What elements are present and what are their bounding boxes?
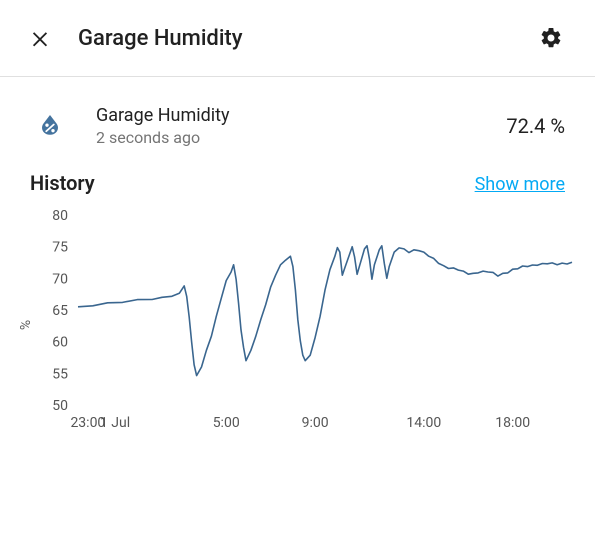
svg-text:9:00: 9:00 <box>302 415 329 431</box>
svg-text:55: 55 <box>52 366 68 382</box>
history-header: History Show more <box>0 165 595 199</box>
svg-text:75: 75 <box>52 240 68 256</box>
settings-button[interactable] <box>531 18 571 58</box>
svg-text:80: 80 <box>52 208 68 224</box>
show-more-link[interactable]: Show more <box>475 174 565 195</box>
svg-text:14:00: 14:00 <box>406 415 441 431</box>
svg-text:18:00: 18:00 <box>495 415 530 431</box>
svg-text:65: 65 <box>52 303 68 319</box>
dialog-title: Garage Humidity <box>78 26 531 51</box>
history-chart: 50556065707580 % 23:001 Jul5:009:0014:00… <box>0 199 595 445</box>
entity-name: Garage Humidity <box>96 105 506 126</box>
entity-updated: 2 seconds ago <box>96 128 506 147</box>
svg-text:50: 50 <box>52 398 68 414</box>
svg-text:70: 70 <box>52 271 68 287</box>
water-percent-icon <box>35 111 65 141</box>
entity-info: Garage Humidity 2 seconds ago <box>96 105 506 147</box>
svg-text:1 Jul: 1 Jul <box>100 415 130 431</box>
chart-svg: 50556065707580 % 23:001 Jul5:009:0014:00… <box>16 205 576 445</box>
humidity-badge <box>30 106 70 146</box>
svg-text:60: 60 <box>52 335 68 351</box>
close-button[interactable] <box>20 18 60 58</box>
gear-icon <box>539 26 563 50</box>
entity-row: Garage Humidity 2 seconds ago 72.4 % <box>0 77 595 165</box>
svg-text:5:00: 5:00 <box>213 415 240 431</box>
entity-value: 72.4 % <box>506 114 565 138</box>
svg-text:%: % <box>18 320 34 330</box>
history-title: History <box>30 171 95 195</box>
close-icon <box>29 27 51 49</box>
dialog-header: Garage Humidity <box>0 0 595 77</box>
